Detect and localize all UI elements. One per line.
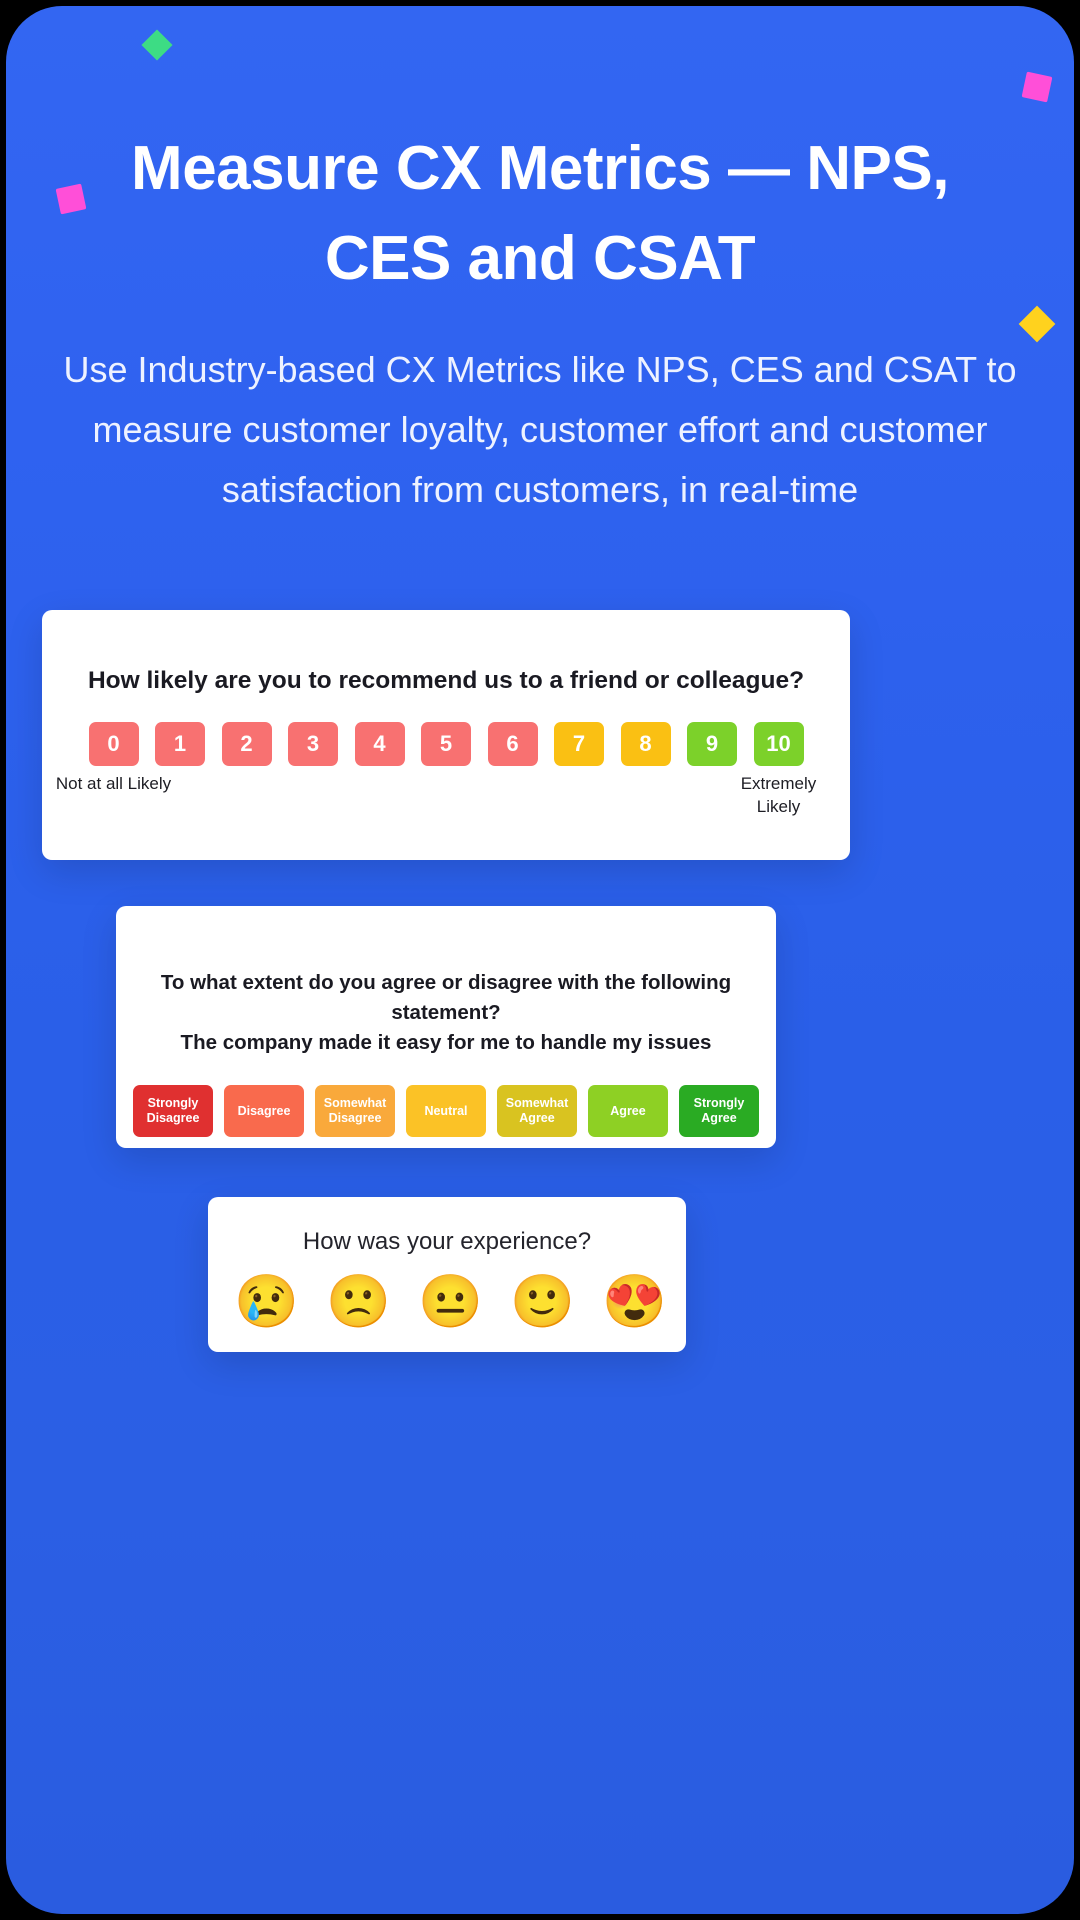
ces-question-line-1: To what extent do you agree or disagree … [160,971,732,1024]
nps-option-5[interactable]: 5 [421,722,471,766]
nps-option-0[interactable]: 0 [88,722,139,766]
nps-option-cell: 4 [354,722,405,766]
nps-option-4[interactable]: 4 [354,722,405,766]
csat-question: How was your experience? [302,1228,592,1255]
ces-option-agree[interactable]: Agree [588,1085,668,1137]
crying-face-emoji[interactable]: 😢 [234,1273,299,1331]
page-title: Measure CX Metrics — NPS, CES and CSAT [131,134,949,293]
nps-option-3[interactable]: 3 [288,722,338,766]
nps-option-cell: 5 [421,722,471,766]
nps-option-cell: 2 [221,722,272,766]
slightly-smiling-face-emoji[interactable]: 🙂 [510,1273,575,1331]
ces-option-somewhat-disagree[interactable]: Somewhat Disagree [315,1085,395,1137]
nps-option-cell: 9 [687,722,737,766]
nps-option-2[interactable]: 2 [221,722,272,766]
nps-option-cell: 0 Not at all Likely [56,722,171,793]
ces-option-strongly-agree[interactable]: Strongly Agree [679,1085,759,1137]
ces-option-disagree[interactable]: Disagree [224,1085,304,1137]
page-subtitle: Use Industry-based CX Metrics like NPS, … [63,349,1017,510]
nps-survey-card: How likely are you to recommend us to a … [42,610,850,860]
nps-option-10[interactable]: 10 [753,722,804,766]
heart-eyes-face-emoji[interactable]: 😍 [602,1273,667,1331]
ces-question-line-2: The company made it easy for me to handl… [180,1031,712,1054]
nps-option-cell: 8 [620,722,671,766]
ces-survey-card: To what extent do you agree or disagree … [116,906,776,1148]
nps-option-cell: 3 [288,722,338,766]
csat-emoji-scale[interactable]: 😢 🙁 😐 🙂 😍 [208,1273,686,1331]
nps-option-8[interactable]: 8 [620,722,671,766]
nps-option-cell: 6 [487,722,538,766]
ces-option-neutral[interactable]: Neutral [406,1085,486,1137]
ces-rating-scale[interactable]: Strongly Disagree Disagree Somewhat Disagr… [116,1085,776,1137]
nps-option-1[interactable]: 1 [155,722,205,766]
phone-frame: Measure CX Metrics — NPS, CES and CSAT U… [0,0,1080,1920]
hero-section: Measure CX Metrics — NPS, CES and CSAT U… [6,6,1074,520]
ces-option-strongly-disagree[interactable]: Strongly Disagree [133,1085,213,1137]
neutral-face-emoji[interactable]: 😐 [418,1273,483,1331]
nps-option-cell: 7 [554,722,604,766]
nps-option-7[interactable]: 7 [554,722,604,766]
nps-option-9[interactable]: 9 [687,722,737,766]
frowning-face-emoji[interactable]: 🙁 [326,1273,391,1331]
nps-left-anchor-label: Not at all Likely [55,774,172,793]
nps-rating-scale[interactable]: 0 Not at all Likely 1 2 3 4 5 6 7 8 9 10 Extremely L… [42,722,850,816]
nps-option-cell: 1 [155,722,205,766]
csat-survey-card: How was your experience? 😢 🙁 😐 🙂 😍 [208,1197,686,1352]
app-screen: Measure CX Metrics — NPS, CES and CSAT U… [6,6,1074,1914]
nps-right-anchor-label: Extremely Likely [740,774,817,816]
nps-question: How likely are you to recommend us to a … [87,667,805,694]
nps-option-6[interactable]: 6 [487,722,538,766]
ces-option-somewhat-agree[interactable]: Somewhat Agree [497,1085,577,1137]
nps-option-cell: 10 Extremely Likely [741,722,816,816]
